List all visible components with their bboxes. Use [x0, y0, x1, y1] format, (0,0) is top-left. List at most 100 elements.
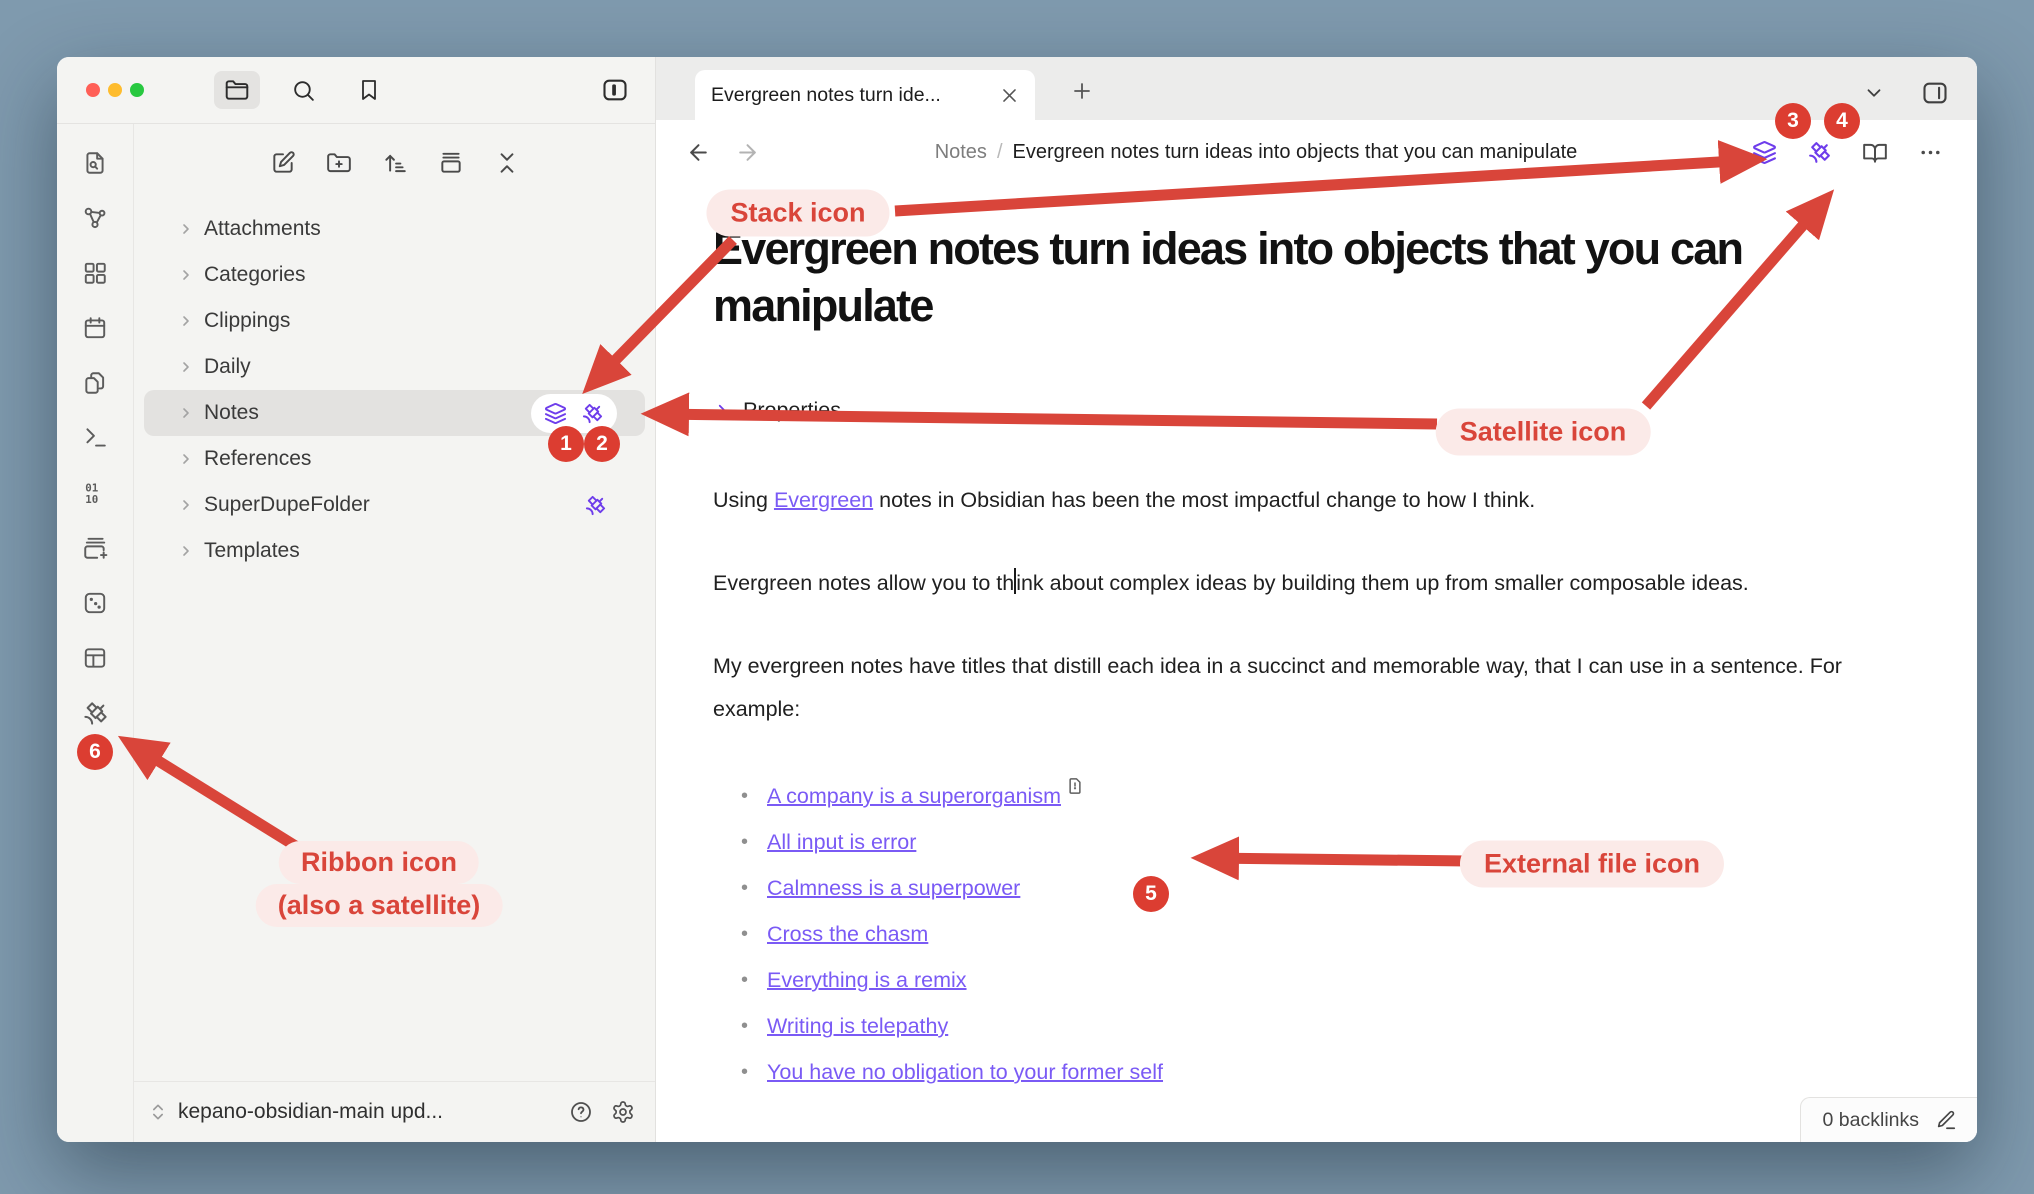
vault-switcher[interactable]: kepano-obsidian-main upd...	[134, 1081, 655, 1142]
paragraph: Evergreen notes allow you to think about…	[713, 562, 1863, 605]
folder-row-categories[interactable]: Categories	[144, 252, 645, 298]
paragraph-text: notes in Obsidian has been the most impa…	[873, 488, 1535, 512]
chevron-right-icon[interactable]	[178, 451, 194, 467]
new-note-icon[interactable]	[270, 150, 296, 176]
file-explorer-toolbar	[134, 124, 655, 202]
settings-button[interactable]	[611, 1100, 635, 1124]
folder-row-notes[interactable]: Notes	[144, 390, 645, 436]
satellite-icon	[581, 402, 604, 425]
toggle-left-sidebar-button[interactable]	[601, 76, 629, 104]
folder-tree: Attachments Categories Clippings Da	[134, 202, 655, 1081]
paragraph: My evergreen notes have titles that dist…	[713, 645, 1863, 731]
evergreen-link[interactable]: Evergreen	[774, 488, 873, 512]
chevron-right-icon[interactable]	[178, 267, 194, 283]
graph-view-icon[interactable]	[82, 205, 108, 231]
folder-row-daily[interactable]: Daily	[144, 344, 645, 390]
folder-row-templates[interactable]: Templates	[144, 528, 645, 574]
note-link[interactable]: All input is error	[767, 830, 916, 854]
binary-icon[interactable]: 0110	[82, 480, 108, 506]
list-item: Everything is a remix	[741, 957, 1891, 1003]
folder-name: Attachments	[204, 217, 321, 241]
chevron-right-icon[interactable]	[178, 543, 194, 559]
paragraph-text: ink about complex ideas by building them…	[1016, 571, 1749, 595]
note-title: Evergreen notes turn ideas into objects …	[713, 221, 1917, 334]
titlebar	[57, 57, 655, 124]
dashboard-icon[interactable]	[82, 260, 108, 286]
bookmarks-nav-button[interactable]	[346, 71, 392, 109]
bookmark-icon	[357, 78, 381, 102]
search-nav-button[interactable]	[280, 71, 326, 109]
desktop-background: 0110	[0, 0, 2034, 1194]
list-item: Cross the chasm	[741, 911, 1891, 957]
folder-name: SuperDupeFolder	[204, 493, 370, 517]
left-sidebar: 0110	[57, 57, 656, 1142]
active-tab[interactable]: Evergreen notes turn ide...	[695, 70, 1035, 120]
tab-bar: Evergreen notes turn ide...	[656, 57, 1977, 120]
add-card-icon[interactable]	[82, 535, 108, 561]
satellite-ribbon-icon[interactable]	[82, 700, 109, 727]
note-link[interactable]: Cross the chasm	[767, 922, 928, 946]
zoom-window-button[interactable]	[130, 83, 144, 97]
example-note-links: A company is a superorganism All input i…	[713, 773, 1891, 1095]
edit-pencil-icon[interactable]	[1935, 1109, 1957, 1131]
note-link[interactable]: Everything is a remix	[767, 968, 967, 992]
tab-list-dropdown-button[interactable]	[1863, 82, 1885, 104]
tab-title: Evergreen notes turn ide...	[711, 84, 992, 107]
note-link[interactable]: You have no obligation to your former se…	[767, 1060, 1163, 1084]
new-folder-icon[interactable]	[326, 150, 352, 176]
note-content: Evergreen notes turn ideas into objects …	[656, 185, 1977, 1142]
ribbon: 0110	[57, 124, 134, 1142]
note-link[interactable]: A company is a superorganism	[767, 784, 1061, 808]
breadcrumb-folder[interactable]: Notes	[935, 141, 987, 164]
stacked-cards-icon[interactable]	[438, 150, 464, 176]
dice-icon[interactable]	[82, 590, 108, 616]
breadcrumb-note-title[interactable]: Evergreen notes turn ideas into objects …	[1013, 141, 1578, 164]
editor-pane: Evergreen notes turn ide...	[656, 57, 1977, 1142]
window-controls	[86, 83, 144, 97]
list-item: Calmness is a superpower	[741, 865, 1891, 911]
chevron-right-icon[interactable]	[178, 221, 194, 237]
breadcrumb-separator: /	[997, 141, 1003, 164]
chevron-right-icon[interactable]	[713, 402, 731, 420]
copy-files-icon[interactable]	[82, 370, 108, 396]
workspace-layout-icon[interactable]	[82, 645, 108, 671]
minimize-window-button[interactable]	[108, 83, 122, 97]
properties-toggle[interactable]: Properties	[713, 398, 1917, 423]
toggle-right-sidebar-button[interactable]	[1921, 79, 1949, 107]
panel-left-icon	[601, 76, 629, 104]
book-open-icon[interactable]	[1862, 140, 1888, 166]
backlinks-status[interactable]: 0 backlinks	[1800, 1097, 1977, 1142]
folder-row-superdupefolder[interactable]: SuperDupeFolder	[144, 482, 645, 528]
satellite-icon[interactable]	[1807, 140, 1832, 165]
paragraph: Using Evergreen notes in Obsidian has be…	[713, 479, 1863, 522]
chevron-right-icon[interactable]	[178, 313, 194, 329]
terminal-icon[interactable]	[82, 425, 108, 451]
folder-row-clippings[interactable]: Clippings	[144, 298, 645, 344]
files-nav-button[interactable]	[214, 71, 260, 109]
collapse-all-icon[interactable]	[494, 150, 520, 176]
satellite-icon	[584, 494, 607, 517]
help-button[interactable]	[569, 1100, 593, 1124]
chevron-right-icon[interactable]	[178, 497, 194, 513]
backlinks-count: 0 backlinks	[1823, 1109, 1919, 1132]
stack-icon[interactable]	[1752, 140, 1777, 165]
calendar-icon[interactable]	[82, 315, 108, 341]
close-window-button[interactable]	[86, 83, 100, 97]
back-button[interactable]	[686, 140, 711, 165]
more-options-icon[interactable]	[1918, 140, 1943, 165]
folder-name: Notes	[204, 401, 259, 425]
new-tab-button[interactable]	[1070, 79, 1094, 103]
forward-button[interactable]	[735, 140, 760, 165]
paragraph-text: Evergreen notes allow you to th	[713, 571, 1014, 595]
folder-name: Clippings	[204, 309, 290, 333]
sort-icon[interactable]	[382, 150, 408, 176]
chevron-right-icon[interactable]	[178, 405, 194, 421]
list-item: A company is a superorganism	[741, 773, 1891, 819]
note-link[interactable]: Writing is telepathy	[767, 1014, 948, 1038]
note-link[interactable]: Calmness is a superpower	[767, 876, 1020, 900]
close-tab-icon[interactable]	[1000, 86, 1019, 105]
chevron-right-icon[interactable]	[178, 359, 194, 375]
file-search-icon[interactable]	[82, 150, 108, 176]
folder-row-attachments[interactable]: Attachments	[144, 206, 645, 252]
folder-row-references[interactable]: References	[144, 436, 645, 482]
